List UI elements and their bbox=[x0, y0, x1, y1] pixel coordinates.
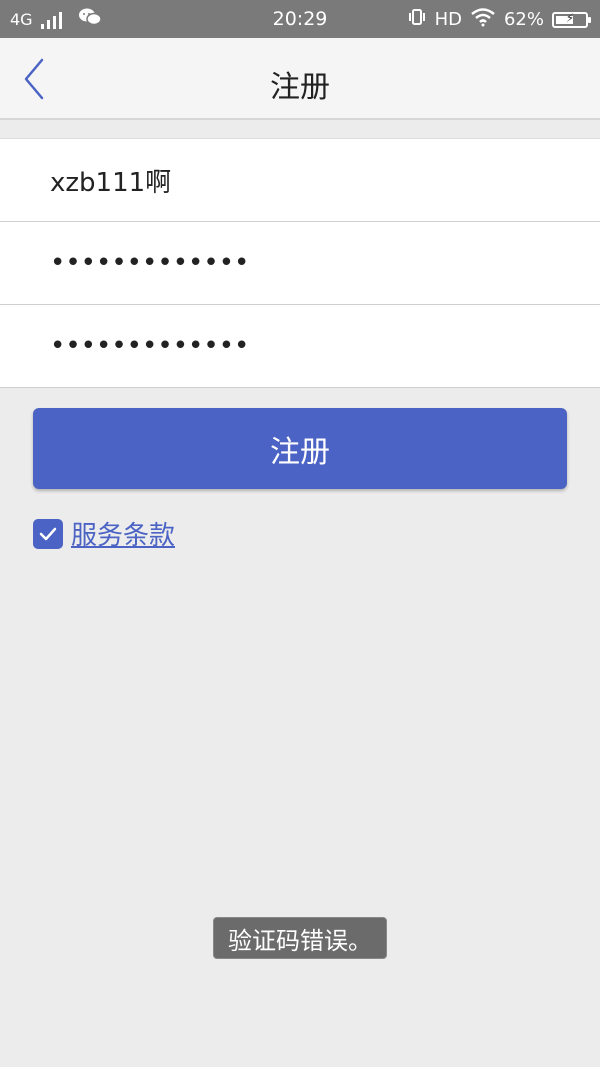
hd-label: HD bbox=[434, 9, 462, 30]
wifi-icon bbox=[470, 7, 496, 32]
vibrate-icon bbox=[407, 7, 427, 32]
terms-row: 服务条款 bbox=[33, 515, 175, 552]
register-button[interactable]: 注册 bbox=[33, 408, 567, 489]
battery-icon: ⚡ bbox=[552, 11, 591, 28]
app-header: 注册 bbox=[0, 38, 600, 120]
page-title: 注册 bbox=[270, 70, 330, 105]
status-bar: 4G 20:29 HD 62% ⚡ bbox=[0, 0, 600, 38]
status-bar-right: HD 62% ⚡ bbox=[407, 7, 591, 32]
confirm-password-row bbox=[0, 305, 600, 388]
check-icon bbox=[39, 527, 57, 540]
username-input[interactable] bbox=[50, 165, 550, 195]
register-form bbox=[0, 138, 600, 388]
toast-message: 验证码错误。 bbox=[213, 917, 387, 959]
terms-link[interactable]: 服务条款 bbox=[71, 515, 175, 552]
confirm-password-input[interactable] bbox=[50, 331, 550, 361]
password-row bbox=[0, 222, 600, 305]
battery-percent: 62% bbox=[503, 9, 544, 30]
username-row bbox=[0, 139, 600, 222]
password-input[interactable] bbox=[50, 248, 550, 278]
terms-checkbox[interactable] bbox=[33, 518, 63, 549]
